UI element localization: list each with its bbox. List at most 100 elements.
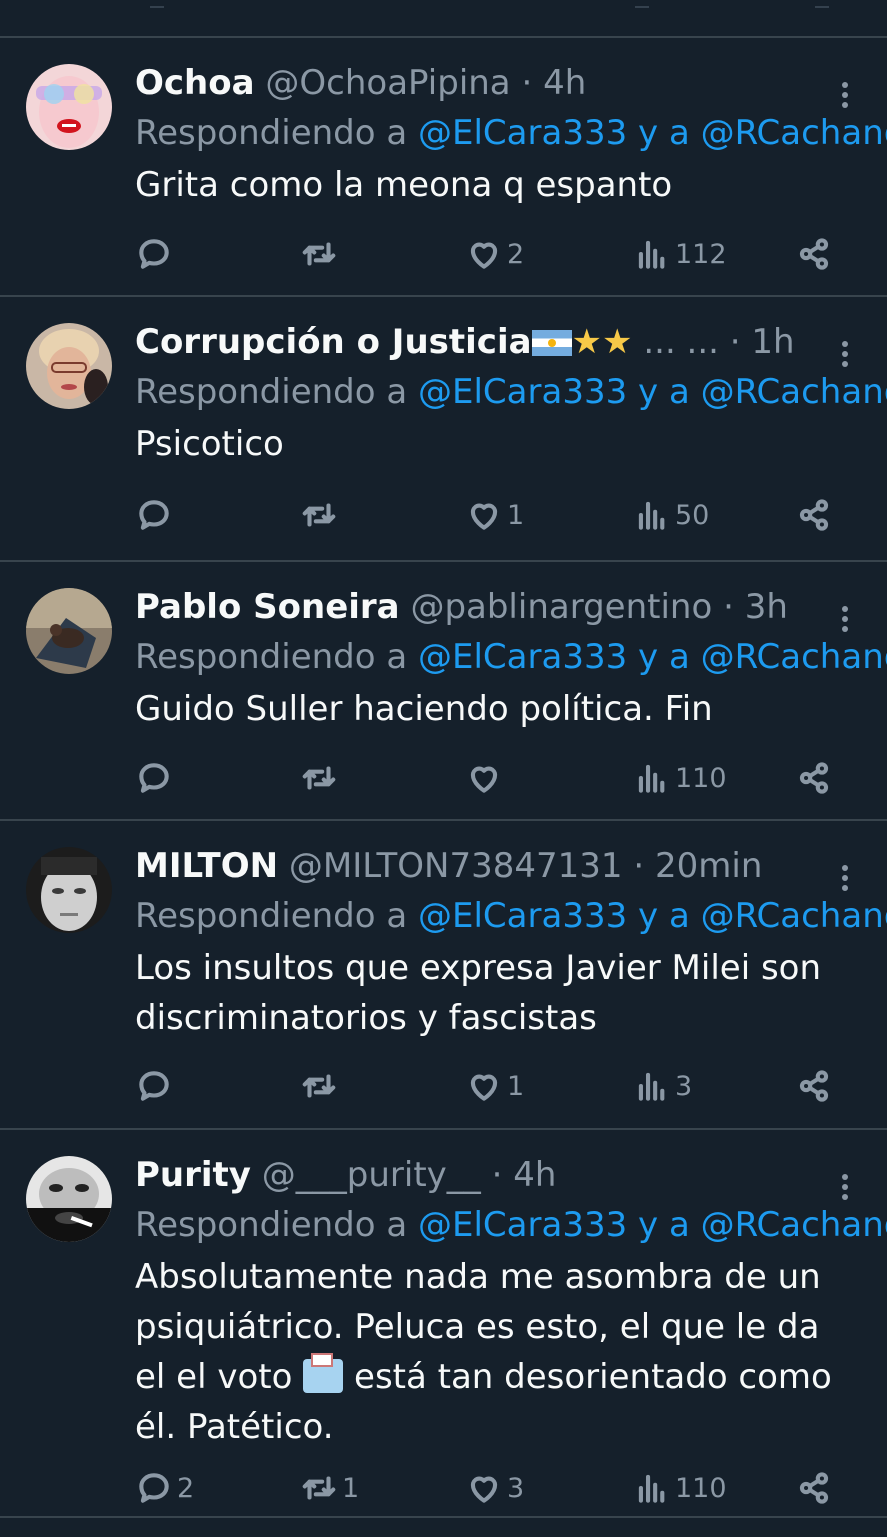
tweet-text: Grita como la meona q espanto [135,165,673,205]
tweet[interactable]: Pablo Soneira @pablinargentino · 3h Resp… [0,562,887,821]
avatar[interactable] [26,588,112,674]
display-name[interactable]: Ochoa [135,63,255,103]
retweet-button[interactable] [300,758,342,798]
replying-to-conjunction: y a [627,896,701,936]
replying-to-conjunction: y a [627,637,701,677]
mention-link[interactable]: @ElCara333 [418,637,627,677]
avatar[interactable] [26,847,112,933]
views-count: 110 [675,762,727,794]
more-icon[interactable] [841,82,849,112]
share-button[interactable] [795,495,833,535]
like-button[interactable] [465,758,507,798]
like-count: 2 [507,238,525,270]
reply-button[interactable] [135,1066,177,1106]
replying-to-conjunction: y a [627,372,701,412]
share-button[interactable] [795,1468,833,1508]
mention-link[interactable]: @ElCara333 [418,896,627,936]
like-icon [470,503,498,530]
avatar[interactable] [26,64,112,150]
like-button[interactable]: 1 [465,495,524,535]
views-button[interactable]: 110 [633,1468,727,1508]
share-icon [799,762,829,794]
more-icon[interactable] [841,341,849,371]
views-button[interactable]: 110 [633,758,727,798]
display-name[interactable]: MILTON [135,846,278,886]
share-icon [799,238,829,270]
partial-action-mark [150,0,164,8]
share-button[interactable] [795,1066,833,1106]
views-button[interactable]: 50 [633,495,709,535]
retweet-button[interactable]: 1 [300,1468,359,1508]
tweet-actions: 1 50 [135,495,887,535]
display-name[interactable]: Pablo Soneira [135,587,400,627]
pink-face-avatar-image [26,64,112,150]
truncated-handle[interactable]: ... ... [643,322,719,362]
tweet-header: Pablo Soneira @pablinargentino · 3h [135,584,825,630]
mention-link[interactable]: @RCachanosky [701,637,887,677]
user-handle[interactable]: @pablinargentino [410,587,712,627]
tweet-body: MILTON @MILTON73847131 · 20min Respondie… [135,843,887,1043]
tweet-body: Corrupción o Justicia ★★ ... ... · 1h Res… [135,319,887,469]
separator-dot: · [729,322,741,362]
display-name[interactable]: Corrupción o Justicia [135,322,532,362]
reply-button[interactable] [135,758,177,798]
retweet-button[interactable] [300,1066,342,1106]
mention-link[interactable]: @RCachanosky [701,1205,887,1245]
tweet-header: Purity @___purity__ · 4h [135,1152,825,1198]
tweet-body: Pablo Soneira @pablinargentino · 3h Resp… [135,584,887,734]
mention-link[interactable]: @ElCara333 [418,113,627,153]
tweet-text: Guido Suller haciendo política. Fin [135,689,713,729]
display-name[interactable]: Purity [135,1155,251,1195]
share-button[interactable] [795,234,833,274]
partial-action-mark [815,0,829,8]
views-count: 112 [675,238,727,270]
user-handle[interactable]: @OchoaPipina [265,63,510,103]
mention-link[interactable]: @ElCara333 [418,372,627,412]
retweet-button[interactable] [300,234,342,274]
elderly-woman-avatar-image [26,323,112,409]
views-icon [638,1072,665,1101]
views-button[interactable]: 112 [633,234,727,274]
like-button[interactable]: 3 [465,1468,524,1508]
replying-to: Respondiendo a @ElCara333 y a @RCachanos… [135,106,887,160]
man-face-avatar-image [26,847,112,933]
tweet[interactable]: Corrupción o Justicia ★★ ... ... · 1h Res… [0,297,887,562]
mention-link[interactable]: @ElCara333 [418,1205,627,1245]
views-button[interactable]: 3 [633,1066,692,1106]
timestamp[interactable]: 4h [543,63,586,103]
mention-link[interactable]: @RCachanosky [701,896,887,936]
mention-link[interactable]: @RCachanosky [701,372,887,412]
reply-button[interactable] [135,495,177,535]
like-button[interactable]: 1 [465,1066,524,1106]
like-button[interactable]: 2 [465,234,524,274]
more-icon[interactable] [841,1174,849,1204]
tweet-header: Corrupción o Justicia ★★ ... ... · 1h [135,319,825,365]
reply-button[interactable] [135,234,177,274]
share-button[interactable] [795,758,833,798]
star-icon: ★ [602,322,633,362]
timestamp[interactable]: 4h [513,1155,556,1195]
tweet[interactable]: MILTON @MILTON73847131 · 20min Respondie… [0,821,887,1130]
more-icon[interactable] [841,606,849,636]
timestamp[interactable]: 1h [751,322,794,362]
timestamp[interactable]: 3h [745,587,788,627]
tweet[interactable]: Ochoa @OchoaPipina · 4h Respondiendo a @… [0,38,887,297]
views-count: 3 [675,1070,693,1102]
reply-button[interactable]: 2 [135,1468,194,1508]
avatar[interactable] [26,1156,112,1242]
timestamp[interactable]: 20min [655,846,762,886]
separator-dot: · [491,1155,503,1195]
mention-link[interactable]: @RCachanosky [701,113,887,153]
views-icon [638,240,665,269]
user-handle[interactable]: @___purity__ [262,1155,481,1195]
retweet-icon [302,1074,336,1098]
avatar[interactable] [26,323,112,409]
tweet[interactable]: Purity @___purity__ · 4h Respondiendo a … [0,1130,887,1518]
more-icon[interactable] [841,865,849,895]
tweet-actions: 2 1 3 110 [135,1468,887,1508]
reply-count: 2 [177,1472,195,1504]
user-handle[interactable]: @MILTON73847131 [289,846,623,886]
replying-to-label: Respondiendo a [135,1205,418,1245]
retweet-button[interactable] [300,495,342,535]
tweet-text-line: discriminatorios y fascistas [135,998,597,1038]
